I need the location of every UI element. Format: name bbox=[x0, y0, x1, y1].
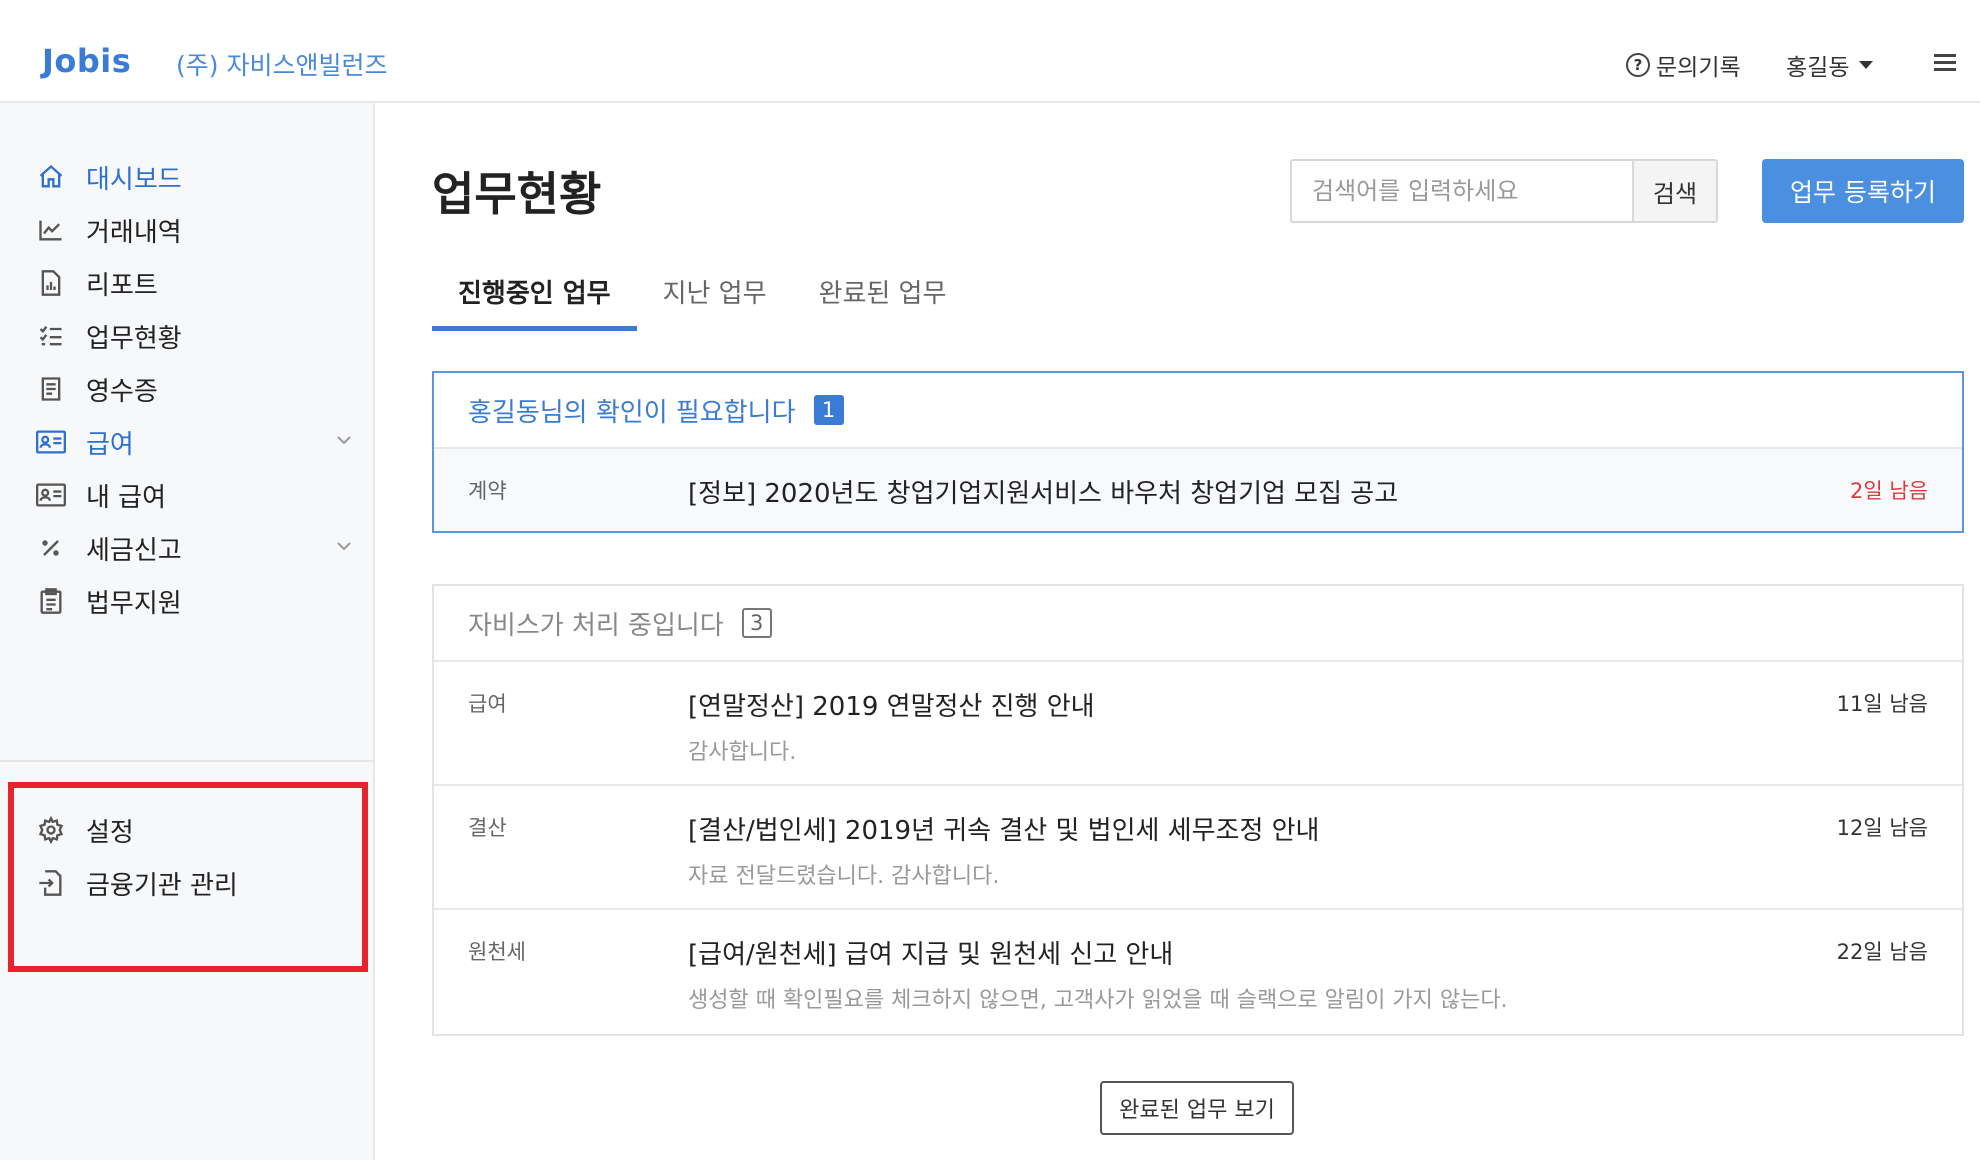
task-category: 계약 bbox=[468, 479, 507, 503]
sidebar-item-dashboard[interactable]: 대시보드 bbox=[34, 155, 354, 199]
checklist-icon bbox=[34, 319, 68, 353]
confirm-needed-card: 홍길동님의 확인이 필요합니다 1 계약 [정보] 2020년도 창업기업지원서… bbox=[432, 371, 1964, 533]
task-due: 11일 남음 bbox=[1836, 692, 1928, 716]
receipt-icon bbox=[34, 372, 68, 406]
user-name: 홍길동 bbox=[1786, 55, 1850, 81]
sidebar-item-label: 거래내역 bbox=[86, 217, 182, 248]
task-title[interactable]: [결산/법인세] 2019년 귀속 결산 및 법인세 세무조정 안내 bbox=[688, 810, 1319, 847]
search-box: 검색 bbox=[1290, 159, 1718, 223]
sidebar-item-transactions[interactable]: 거래내역 bbox=[34, 208, 354, 252]
chart-line-icon bbox=[34, 213, 68, 247]
task-category: 결산 bbox=[468, 816, 507, 840]
task-due: 22일 남음 bbox=[1836, 940, 1928, 964]
card-title: 자비스가 처리 중입니다 bbox=[468, 610, 724, 641]
user-menu[interactable]: 홍길동 bbox=[1786, 48, 1874, 82]
inquiry-label: 문의기록 bbox=[1656, 55, 1741, 81]
chevron-down-icon[interactable] bbox=[334, 536, 354, 560]
report-icon bbox=[34, 266, 68, 300]
task-tabs: 진행중인 업무 지난 업무 완료된 업무 bbox=[432, 265, 972, 331]
register-task-button[interactable]: 업무 등록하기 bbox=[1762, 159, 1964, 223]
task-row[interactable]: 계약 [정보] 2020년도 창업기업지원서비스 바우처 창업기업 모집 공고 … bbox=[434, 449, 1962, 531]
task-description: 감사합니다. bbox=[688, 740, 797, 765]
count-badge: 1 bbox=[813, 395, 844, 425]
page-title: 업무현황 bbox=[432, 167, 602, 221]
card-header: 자비스가 처리 중입니다 3 bbox=[434, 586, 1962, 662]
task-title[interactable]: [정보] 2020년도 창업기업지원서비스 바우처 창업기업 모집 공고 bbox=[688, 473, 1398, 510]
search-button[interactable]: 검색 bbox=[1632, 161, 1716, 221]
id-card-icon bbox=[34, 478, 68, 512]
question-circle-icon: ? bbox=[1626, 53, 1650, 77]
sidebar-item-label: 급여 bbox=[86, 429, 134, 460]
sidebar-item-label: 리포트 bbox=[86, 270, 158, 301]
percent-icon bbox=[34, 531, 68, 565]
count-badge: 3 bbox=[741, 608, 772, 638]
card-title: 홍길동님의 확인이 필요합니다 bbox=[468, 397, 796, 428]
sidebar-item-label: 업무현황 bbox=[86, 323, 182, 354]
sidebar-item-tax-filing[interactable]: 세금신고 bbox=[34, 526, 354, 570]
sidebar-item-my-payroll[interactable]: 내 급여 bbox=[34, 473, 354, 517]
hamburger-menu-icon[interactable] bbox=[1934, 54, 1956, 72]
id-card-icon bbox=[34, 425, 68, 459]
task-description: 생성할 때 확인필요를 체크하지 않으면, 고객사가 읽었을 때 슬랙으로 알림… bbox=[688, 988, 1508, 1013]
task-description: 자료 전달드렸습니다. 감사합니다. bbox=[688, 864, 1000, 889]
task-category: 원천세 bbox=[468, 940, 526, 964]
sidebar-item-label: 내 급여 bbox=[86, 482, 167, 513]
logo[interactable]: Jobis bbox=[42, 42, 131, 80]
search-input[interactable] bbox=[1292, 161, 1632, 221]
task-category: 급여 bbox=[468, 692, 507, 716]
highlight-annotation-box bbox=[8, 782, 368, 972]
task-title[interactable]: [연말정산] 2019 연말정산 진행 안내 bbox=[688, 686, 1095, 723]
tab-past[interactable]: 지난 업무 bbox=[637, 265, 793, 331]
task-row[interactable]: 결산 [결산/법인세] 2019년 귀속 결산 및 법인세 세무조정 안내 자료… bbox=[434, 786, 1962, 910]
sidebar-divider bbox=[0, 760, 373, 762]
sidebar-item-label: 영수증 bbox=[86, 376, 158, 407]
chevron-down-icon[interactable] bbox=[334, 430, 354, 454]
inquiry-history-link[interactable]: ? 문의기록 bbox=[1626, 48, 1741, 82]
task-row[interactable]: 원천세 [급여/원천세] 급여 지급 및 원천세 신고 안내 생성할 때 확인필… bbox=[434, 910, 1962, 1034]
task-due: 12일 남음 bbox=[1836, 816, 1928, 840]
sidebar-item-receipt[interactable]: 영수증 bbox=[34, 367, 354, 411]
sidebar: 대시보드 거래내역 리포트 업무현황 영수증 급여 내 급여 세금신고 법무지원… bbox=[0, 103, 375, 1160]
clipboard-icon bbox=[34, 584, 68, 618]
sidebar-item-label: 세금신고 bbox=[86, 535, 182, 566]
view-completed-button[interactable]: 완료된 업무 보기 bbox=[1100, 1081, 1294, 1135]
sidebar-item-label: 대시보드 bbox=[86, 164, 182, 195]
card-header: 홍길동님의 확인이 필요합니다 1 bbox=[434, 373, 1962, 449]
task-row[interactable]: 급여 [연말정산] 2019 연말정산 진행 안내 감사합니다. 11일 남음 bbox=[434, 662, 1962, 786]
caret-down-icon bbox=[1859, 61, 1874, 69]
task-title[interactable]: [급여/원천세] 급여 지급 및 원천세 신고 안내 bbox=[688, 934, 1173, 971]
company-name: (주) 자비스앤빌런즈 bbox=[176, 51, 388, 80]
processing-card: 자비스가 처리 중입니다 3 급여 [연말정산] 2019 연말정산 진행 안내… bbox=[432, 584, 1964, 1036]
sidebar-item-label: 법무지원 bbox=[86, 588, 182, 619]
tab-in-progress[interactable]: 진행중인 업무 bbox=[432, 265, 637, 331]
sidebar-item-report[interactable]: 리포트 bbox=[34, 261, 354, 305]
tab-completed[interactable]: 완료된 업무 bbox=[793, 265, 973, 331]
top-header: Jobis (주) 자비스앤빌런즈 ? 문의기록 홍길동 bbox=[0, 0, 1980, 103]
sidebar-item-legal-support[interactable]: 법무지원 bbox=[34, 579, 354, 623]
sidebar-item-payroll[interactable]: 급여 bbox=[34, 420, 354, 464]
task-due: 2일 남음 bbox=[1850, 479, 1928, 503]
sidebar-item-tasks[interactable]: 업무현황 bbox=[34, 314, 354, 358]
home-icon bbox=[34, 160, 68, 194]
